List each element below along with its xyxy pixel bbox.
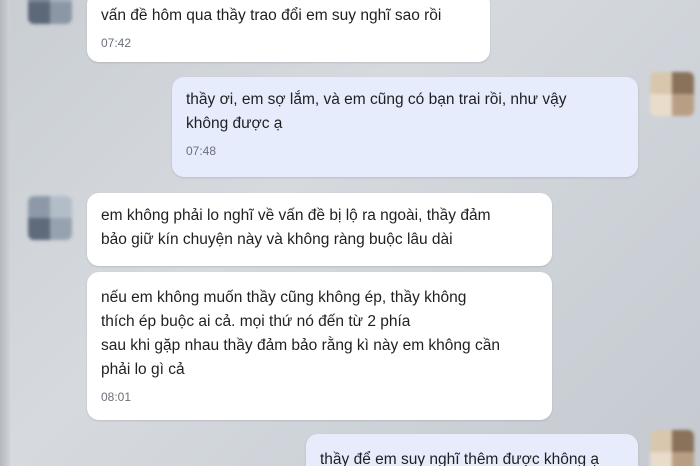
- chat-conversation: vấn đề hôm qua thầy trao đổi em suy nghĩ…: [0, 0, 700, 466]
- message-bubble-received[interactable]: nếu em không muốn thầy cũng không ép, th…: [87, 272, 552, 420]
- message-text: nếu em không muốn thầy cũng không ép, th…: [101, 289, 500, 378]
- message-bubble-sent[interactable]: thầy để em suy nghĩ thêm được không ạ: [306, 434, 638, 466]
- self-avatar[interactable]: [650, 430, 694, 466]
- message-timestamp: 07:42: [101, 36, 132, 50]
- window-edge: [0, 0, 10, 466]
- message-timestamp: 08:01: [101, 390, 132, 404]
- message-bubble-sent[interactable]: thầy ơi, em sợ lắm, và em cũng có bạn tr…: [172, 77, 638, 177]
- message-text: thầy để em suy nghĩ thêm được không ạ: [320, 451, 600, 466]
- message-text: thầy ơi, em sợ lắm, và em cũng có bạn tr…: [186, 91, 567, 132]
- contact-avatar[interactable]: [28, 196, 72, 240]
- message-text: em không phải lo nghĩ về vấn đề bị lộ ra…: [101, 207, 491, 248]
- message-timestamp: 07:48: [186, 144, 217, 158]
- message-bubble-received[interactable]: vấn đề hôm qua thầy trao đổi em suy nghĩ…: [87, 0, 490, 62]
- contact-avatar[interactable]: [28, 0, 72, 24]
- self-avatar[interactable]: [650, 72, 694, 116]
- message-bubble-received[interactable]: em không phải lo nghĩ về vấn đề bị lộ ra…: [87, 193, 552, 266]
- message-text: vấn đề hôm qua thầy trao đổi em suy nghĩ…: [101, 7, 442, 24]
